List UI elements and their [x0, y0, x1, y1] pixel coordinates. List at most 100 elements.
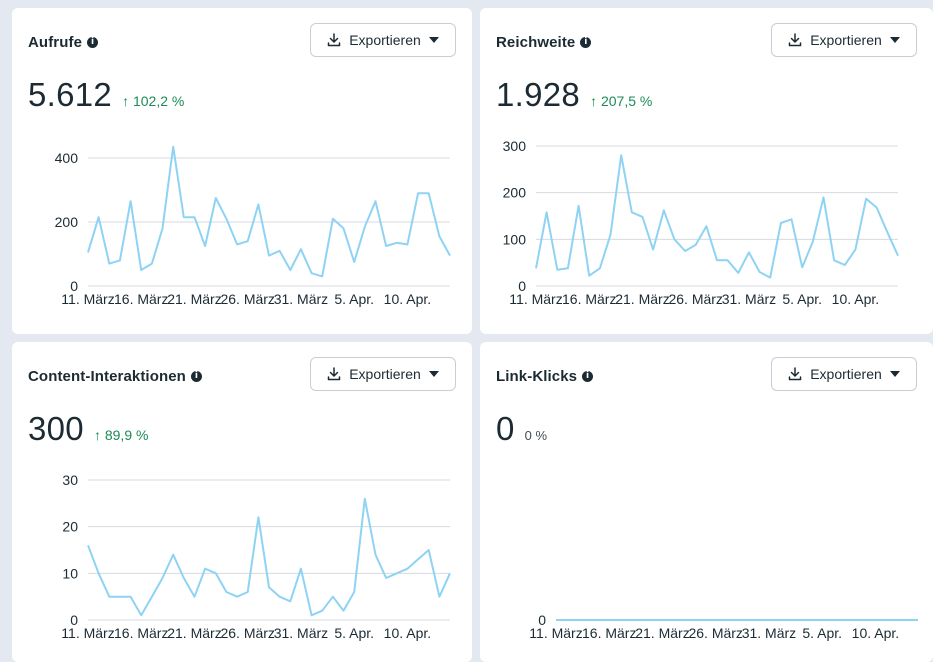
data-point[interactable]: [309, 271, 314, 276]
data-point[interactable]: [564, 618, 569, 623]
data-point[interactable]: [596, 618, 601, 623]
data-point[interactable]: [224, 216, 229, 221]
data-point[interactable]: [672, 237, 677, 242]
data-point[interactable]: [139, 268, 144, 273]
data-point[interactable]: [617, 618, 622, 623]
data-point[interactable]: [862, 618, 867, 623]
data-point[interactable]: [437, 594, 442, 599]
data-point[interactable]: [426, 191, 431, 196]
data-point[interactable]: [798, 618, 803, 623]
data-point[interactable]: [830, 618, 835, 623]
data-point[interactable]: [894, 618, 899, 623]
data-point[interactable]: [703, 618, 708, 623]
data-point[interactable]: [309, 613, 314, 618]
data-point[interactable]: [852, 618, 857, 623]
data-point[interactable]: [362, 224, 367, 229]
data-point[interactable]: [86, 250, 91, 255]
data-point[interactable]: [810, 239, 815, 244]
data-point[interactable]: [352, 260, 357, 265]
data-point[interactable]: [683, 249, 688, 254]
data-point[interactable]: [341, 226, 346, 231]
data-point[interactable]: [416, 557, 421, 562]
data-point[interactable]: [820, 618, 825, 623]
data-point[interactable]: [224, 590, 229, 595]
data-point[interactable]: [96, 571, 101, 576]
data-point[interactable]: [128, 594, 133, 599]
data-point[interactable]: [554, 618, 559, 623]
data-point[interactable]: [86, 543, 91, 548]
data-point[interactable]: [640, 214, 645, 219]
data-point[interactable]: [661, 208, 666, 213]
data-point[interactable]: [757, 270, 762, 275]
data-point[interactable]: [437, 234, 442, 239]
data-point[interactable]: [692, 618, 697, 623]
data-point[interactable]: [789, 217, 794, 222]
data-point[interactable]: [905, 618, 910, 623]
data-point[interactable]: [778, 221, 783, 226]
data-point[interactable]: [597, 266, 602, 271]
data-point[interactable]: [565, 266, 570, 271]
data-point[interactable]: [117, 258, 122, 263]
data-point[interactable]: [575, 618, 580, 623]
data-point[interactable]: [394, 240, 399, 245]
data-point[interactable]: [448, 571, 453, 576]
data-point[interactable]: [735, 618, 740, 623]
data-point[interactable]: [777, 618, 782, 623]
data-point[interactable]: [821, 195, 826, 200]
data-point[interactable]: [736, 270, 741, 275]
data-point[interactable]: [330, 594, 335, 599]
data-point[interactable]: [768, 275, 773, 280]
data-point[interactable]: [864, 196, 869, 201]
data-point[interactable]: [416, 191, 421, 196]
data-point[interactable]: [800, 265, 805, 270]
data-point[interactable]: [874, 205, 879, 210]
data-point[interactable]: [352, 590, 357, 595]
data-point[interactable]: [639, 618, 644, 623]
data-point[interactable]: [629, 210, 634, 215]
data-point[interactable]: [651, 247, 656, 252]
data-point[interactable]: [426, 548, 431, 553]
data-point[interactable]: [660, 618, 665, 623]
data-point[interactable]: [885, 230, 890, 235]
data-point[interactable]: [203, 244, 208, 249]
data-point[interactable]: [362, 496, 367, 501]
data-point[interactable]: [832, 258, 837, 263]
data-point[interactable]: [171, 144, 176, 149]
data-point[interactable]: [192, 594, 197, 599]
data-point[interactable]: [619, 153, 624, 158]
data-point[interactable]: [245, 590, 250, 595]
data-point[interactable]: [766, 618, 771, 623]
data-point[interactable]: [628, 618, 633, 623]
data-point[interactable]: [373, 199, 378, 204]
data-point[interactable]: [128, 199, 133, 204]
data-point[interactable]: [235, 242, 240, 247]
data-point[interactable]: [341, 608, 346, 613]
data-point[interactable]: [160, 576, 165, 581]
data-point[interactable]: [256, 202, 261, 207]
data-point[interactable]: [320, 608, 325, 613]
data-point[interactable]: [235, 594, 240, 599]
data-point[interactable]: [256, 515, 261, 520]
data-point[interactable]: [107, 261, 112, 266]
data-point[interactable]: [288, 599, 293, 604]
data-point[interactable]: [405, 566, 410, 571]
data-point[interactable]: [384, 576, 389, 581]
data-point[interactable]: [788, 618, 793, 623]
data-point[interactable]: [746, 250, 751, 255]
data-point[interactable]: [745, 618, 750, 623]
data-point[interactable]: [277, 248, 282, 253]
data-point[interactable]: [704, 224, 709, 229]
data-point[interactable]: [607, 618, 612, 623]
data-point[interactable]: [576, 203, 581, 208]
data-point[interactable]: [160, 226, 165, 231]
data-point[interactable]: [192, 215, 197, 220]
data-point[interactable]: [181, 576, 186, 581]
data-point[interactable]: [756, 618, 761, 623]
data-point[interactable]: [884, 618, 889, 623]
data-point[interactable]: [608, 232, 613, 237]
data-point[interactable]: [585, 618, 590, 623]
data-point[interactable]: [320, 274, 325, 279]
data-point[interactable]: [448, 253, 453, 258]
data-point[interactable]: [117, 594, 122, 599]
data-point[interactable]: [203, 566, 208, 571]
